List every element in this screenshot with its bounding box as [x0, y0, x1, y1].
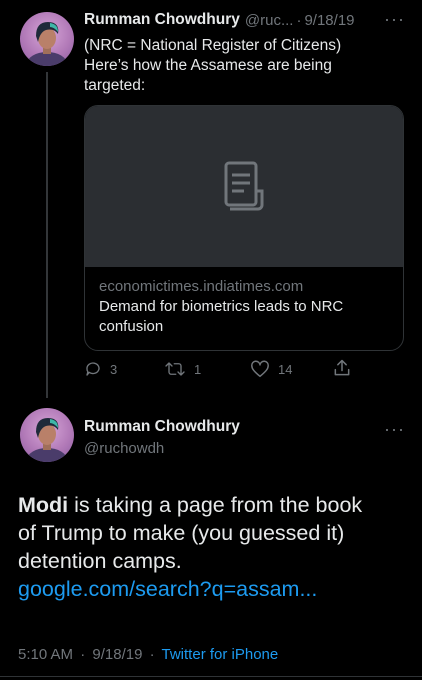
retweet-icon — [165, 362, 185, 376]
reply-icon — [86, 362, 100, 376]
link-card[interactable]: economictimes.indiatimes.com Demand for … — [84, 105, 404, 351]
more-options-icon[interactable]: ··· — [384, 420, 405, 438]
card-image — [85, 106, 403, 267]
divider — [0, 676, 422, 677]
tweet-text-line: Here’s how the Assamese are being — [84, 57, 332, 74]
tweet-text-line: targeted: — [84, 77, 146, 94]
more-options-icon[interactable]: ··· — [384, 10, 405, 28]
mention-modi: Modi — [18, 493, 69, 517]
avatar-illustration — [27, 418, 67, 462]
tweet1-header: Rumman Chowdhury @ruc... · 9/18/19 — [84, 10, 404, 30]
avatar[interactable] — [20, 408, 74, 462]
tweet-text-fragment: is taking a page from the book — [68, 493, 363, 517]
like-count: 14 — [278, 361, 293, 377]
tweet-date[interactable]: 9/18/19 — [304, 12, 354, 29]
retweet-count: 1 — [194, 361, 202, 377]
tweet-link[interactable]: google.com/search?q=assam... — [18, 575, 413, 603]
author-name[interactable]: Rumman Chowdhury — [84, 418, 240, 436]
share-icon — [334, 359, 350, 376]
tweet1-text: (NRC = National Register of Citizens) He… — [84, 36, 404, 96]
avatar-illustration — [27, 22, 67, 66]
separator: · — [80, 646, 86, 663]
separator: · — [296, 11, 302, 29]
tweet2-text: Modi is taking a page from the book of T… — [18, 491, 413, 603]
share-button[interactable] — [332, 358, 360, 378]
tweet-text-line: detention camps. — [18, 549, 182, 573]
author-handle[interactable]: @ruchowdh — [84, 440, 164, 457]
document-icon — [224, 161, 264, 210]
tweet-text-line: of Trump to make (you guessed it) — [18, 521, 345, 545]
avatar[interactable] — [20, 12, 74, 66]
retweet-button[interactable]: 1 — [164, 360, 201, 378]
card-title-line: Demand for biometrics leads to NRC — [99, 298, 344, 315]
card-meta: economictimes.indiatimes.com Demand for … — [85, 267, 403, 347]
tweet-text-line: Modi is taking a page from the book — [18, 491, 413, 519]
like-button[interactable]: 14 — [250, 360, 292, 378]
reply-count: 3 — [110, 361, 118, 377]
tweet-time[interactable]: 5:10 AM — [18, 646, 73, 663]
author-name[interactable]: Rumman Chowdhury — [84, 11, 240, 29]
tweet-date[interactable]: 9/18/19 — [92, 646, 142, 663]
separator: · — [149, 646, 155, 663]
thread-line — [46, 72, 48, 398]
tweet-footer: 5:10 AM · 9/18/19 · Twitter for iPhone — [18, 646, 278, 663]
card-domain: economictimes.indiatimes.com — [99, 278, 304, 295]
tweet-text-line: (NRC = National Register of Citizens) — [84, 37, 342, 54]
reply-button[interactable]: 3 — [84, 360, 117, 378]
card-title-line: confusion — [99, 318, 164, 335]
heart-icon — [251, 360, 269, 378]
author-handle[interactable]: @ruc... — [245, 12, 294, 29]
tweet-source[interactable]: Twitter for iPhone — [162, 646, 279, 663]
